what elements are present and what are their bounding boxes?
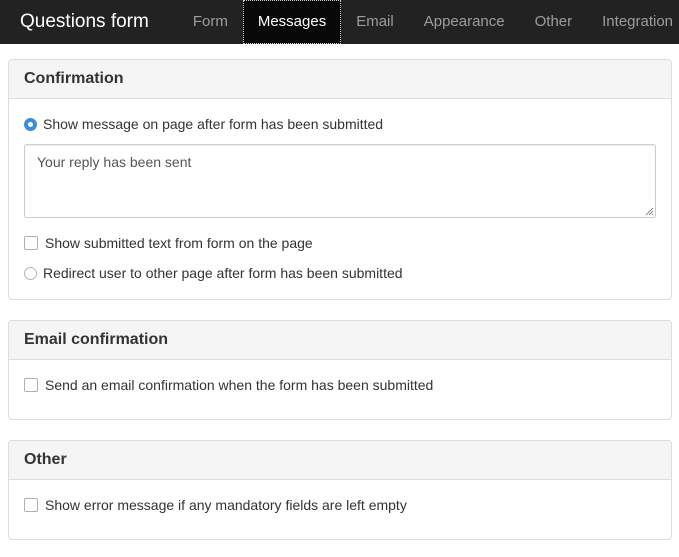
panel-body: Send an email confirmation when the form… [9, 360, 671, 419]
message-textarea[interactable]: Your reply has been sent [24, 144, 656, 218]
resize-handle-icon[interactable] [644, 206, 654, 216]
panel-title: Email confirmation [9, 321, 671, 360]
tab-appearance[interactable]: Appearance [409, 0, 520, 44]
show-message-label: Show message on page after form has been… [43, 116, 384, 132]
main-content: Confirmation Show message on page after … [0, 44, 679, 540]
error-message-option[interactable]: Show error message if any mandatory fiel… [24, 495, 656, 515]
tab-messages[interactable]: Messages [242, 0, 342, 44]
redirect-label: Redirect user to other page after form h… [43, 265, 403, 281]
show-message-radio[interactable] [24, 117, 37, 131]
show-submitted-option[interactable]: Show submitted text from form on the pag… [24, 233, 656, 253]
redirect-option[interactable]: Redirect user to other page after form h… [24, 263, 656, 283]
send-email-option[interactable]: Send an email confirmation when the form… [24, 375, 656, 395]
message-text: Your reply has been sent [37, 154, 192, 170]
tab-email[interactable]: Email [341, 0, 409, 44]
panel-body: Show error message if any mandatory fiel… [9, 480, 671, 539]
error-message-label: Show error message if any mandatory fiel… [45, 497, 407, 513]
brand-title[interactable]: Questions form [0, 0, 178, 44]
show-submitted-checkbox[interactable] [24, 236, 38, 250]
confirmation-panel: Confirmation Show message on page after … [8, 59, 672, 300]
tab-other[interactable]: Other [520, 0, 588, 44]
send-email-checkbox[interactable] [24, 378, 38, 392]
error-message-checkbox[interactable] [24, 498, 38, 512]
panel-body: Show message on page after form has been… [9, 99, 671, 299]
show-message-option[interactable]: Show message on page after form has been… [24, 114, 656, 134]
panel-title: Other [9, 441, 671, 480]
tab-integration[interactable]: Integration [587, 0, 679, 44]
panel-title: Confirmation [9, 60, 671, 99]
send-email-label: Send an email confirmation when the form… [45, 377, 434, 393]
show-submitted-label: Show submitted text from form on the pag… [45, 235, 313, 251]
email-confirmation-panel: Email confirmation Send an email confirm… [8, 320, 672, 420]
tab-form[interactable]: Form [178, 0, 243, 44]
other-panel: Other Show error message if any mandator… [8, 440, 672, 540]
redirect-radio[interactable] [24, 266, 37, 280]
top-navbar: Questions form Form Messages Email Appea… [0, 0, 679, 44]
